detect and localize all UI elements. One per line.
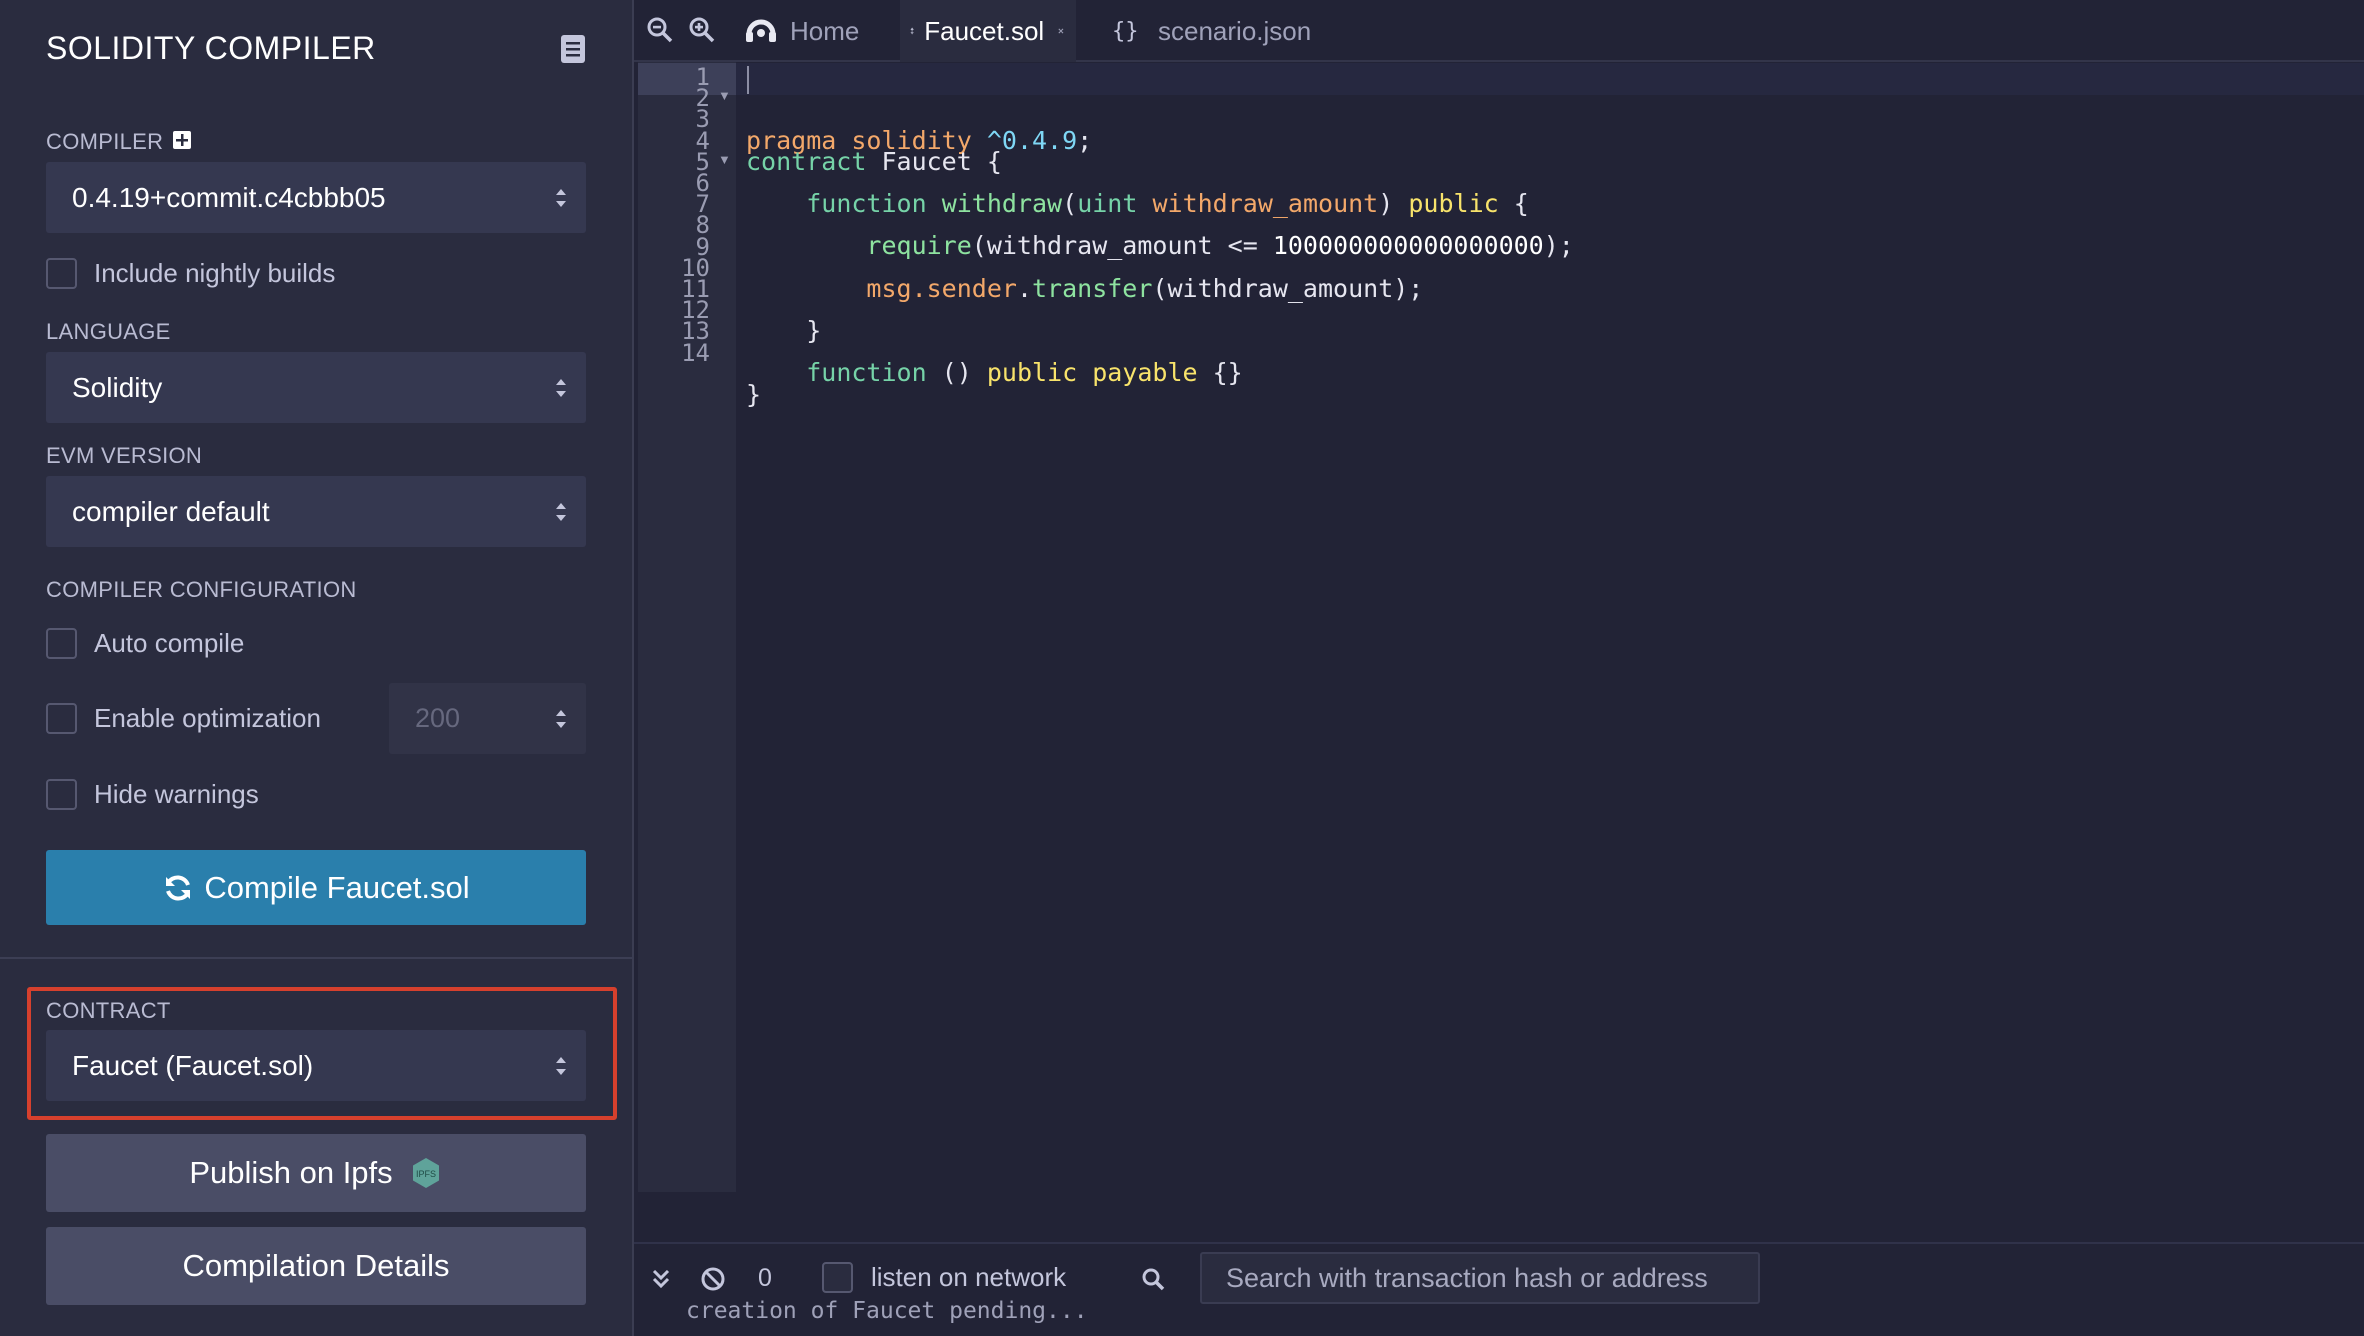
select-arrows-icon xyxy=(556,502,566,521)
compile-button[interactable]: Compile Faucet.sol xyxy=(46,850,586,925)
clear-console-icon[interactable] xyxy=(700,1266,726,1292)
optimization-runs-value: 200 xyxy=(415,703,461,733)
tab-faucet-sol-label: Faucet.sol xyxy=(924,15,1045,46)
active-line-highlight xyxy=(736,63,2364,95)
solidity-compiler-panel: SOLIDITY COMPILER COMPILER 0.4.19+commit… xyxy=(0,0,634,1336)
tab-scenario-json-label: scenario.json xyxy=(1158,15,1312,46)
enable-optimization-row[interactable]: Enable optimization xyxy=(46,703,321,734)
solidity-file-icon xyxy=(910,27,914,35)
enable-optimization-checkbox[interactable] xyxy=(46,703,77,734)
code-line-3: contract Faucet { xyxy=(746,147,1002,176)
listen-network-checkbox[interactable] xyxy=(822,1262,853,1293)
nightly-builds-label: Include nightly builds xyxy=(94,258,336,288)
listen-network-row[interactable]: listen on network xyxy=(822,1262,1066,1293)
listen-network-label: listen on network xyxy=(871,1262,1067,1292)
evm-version-label: EVM VERSION xyxy=(46,443,203,468)
panel-title: SOLIDITY COMPILER xyxy=(46,30,376,66)
code-line-11: } xyxy=(746,316,822,345)
transaction-search-input[interactable] xyxy=(1200,1252,1760,1304)
code-line-9: msg.sender.transfer(withdraw_amount); xyxy=(866,274,1424,303)
optimization-runs-input[interactable]: 200 xyxy=(389,683,586,754)
collapse-terminal-icon[interactable] xyxy=(648,1266,674,1292)
contract-label: CONTRACT xyxy=(46,998,171,1023)
search-icon xyxy=(1142,1268,1165,1291)
tab-home[interactable]: Home xyxy=(734,0,869,62)
auto-compile-row[interactable]: Auto compile xyxy=(46,628,244,659)
json-file-icon: {} xyxy=(1112,19,1139,44)
hide-warnings-label: Hide warnings xyxy=(94,779,259,809)
language-value: Solidity xyxy=(72,371,163,403)
auto-compile-label: Auto compile xyxy=(94,628,245,658)
compiler-version-select[interactable]: 0.4.19+commit.c4cbbb05 xyxy=(46,162,586,233)
fold-arrow-icon[interactable]: ▼ xyxy=(718,88,731,103)
text-cursor xyxy=(747,66,749,94)
stepper-arrows-icon[interactable] xyxy=(554,706,568,732)
terminal-output-line: creation of Faucet pending... xyxy=(686,1298,1088,1324)
svg-text:IPFS: IPFS xyxy=(416,1169,436,1179)
language-label: LANGUAGE xyxy=(46,319,171,344)
documentation-icon[interactable] xyxy=(560,34,586,64)
compiler-label: COMPILER xyxy=(46,129,164,154)
code-editor[interactable]: pragma solidity ^0.4.9; contract Faucet … xyxy=(736,62,2364,1192)
tab-home-label: Home xyxy=(790,15,860,46)
compiler-config-label: COMPILER CONFIGURATION xyxy=(46,577,357,602)
editor-tab-bar: Home Faucet.sol {} scenario.json xyxy=(634,0,2364,62)
remix-logo-icon xyxy=(746,19,776,42)
code-line-7: require(withdraw_amount <= 1000000000000… xyxy=(866,231,1574,260)
code-line-14: } xyxy=(746,380,762,409)
line-number-gutter: 1 2 3 4 5 6 7 8 9 10 11 12 13 14 ▼ ▼ xyxy=(638,62,736,1192)
publish-ipfs-label: Publish on Ipfs xyxy=(189,1155,393,1190)
add-compiler-icon[interactable] xyxy=(172,130,192,150)
zoom-in-icon[interactable] xyxy=(688,16,716,44)
evm-version-select[interactable]: compiler default xyxy=(46,476,586,547)
nightly-builds-row[interactable]: Include nightly builds xyxy=(46,258,335,289)
pending-tx-count: 0 xyxy=(758,1264,772,1292)
line-number: 14 xyxy=(681,338,710,367)
select-arrows-icon xyxy=(556,1056,566,1075)
nightly-builds-checkbox[interactable] xyxy=(46,258,77,289)
ipfs-logo-icon: IPFS xyxy=(412,1158,439,1188)
evm-version-value: compiler default xyxy=(72,495,270,527)
code-line-5: function withdraw(uint withdraw_amount) … xyxy=(806,189,1529,218)
compilation-details-label: Compilation Details xyxy=(182,1248,450,1283)
tab-faucet-sol[interactable]: Faucet.sol xyxy=(900,0,1076,62)
select-arrows-icon xyxy=(556,188,566,207)
code-line-13: function () public payable {} xyxy=(806,358,1243,387)
refresh-icon xyxy=(166,875,191,900)
select-arrows-icon xyxy=(556,378,566,397)
compile-button-label: Compile Faucet.sol xyxy=(204,869,470,905)
tab-scenario-json[interactable]: {} scenario.json xyxy=(1112,0,1311,62)
auto-compile-checkbox[interactable] xyxy=(46,628,77,659)
close-tab-icon[interactable] xyxy=(1058,20,1064,42)
language-select[interactable]: Solidity xyxy=(46,352,586,423)
svg-text:{}: {} xyxy=(1112,19,1139,44)
hide-warnings-row[interactable]: Hide warnings xyxy=(46,779,259,810)
contract-select[interactable]: Faucet (Faucet.sol) xyxy=(46,1030,586,1101)
fold-arrow-icon[interactable]: ▼ xyxy=(718,152,731,167)
zoom-out-icon[interactable] xyxy=(646,16,674,44)
compiler-version-value: 0.4.19+commit.c4cbbb05 xyxy=(72,181,386,213)
hide-warnings-checkbox[interactable] xyxy=(46,779,77,810)
enable-optimization-label: Enable optimization xyxy=(94,703,321,733)
panel-divider xyxy=(0,957,632,959)
compilation-details-button[interactable]: Compilation Details xyxy=(46,1227,586,1305)
remix-ide: SOLIDITY COMPILER COMPILER 0.4.19+commit… xyxy=(0,0,2364,1336)
publish-ipfs-button[interactable]: Publish on Ipfs IPFS xyxy=(46,1134,586,1212)
contract-value: Faucet (Faucet.sol) xyxy=(72,1049,314,1081)
